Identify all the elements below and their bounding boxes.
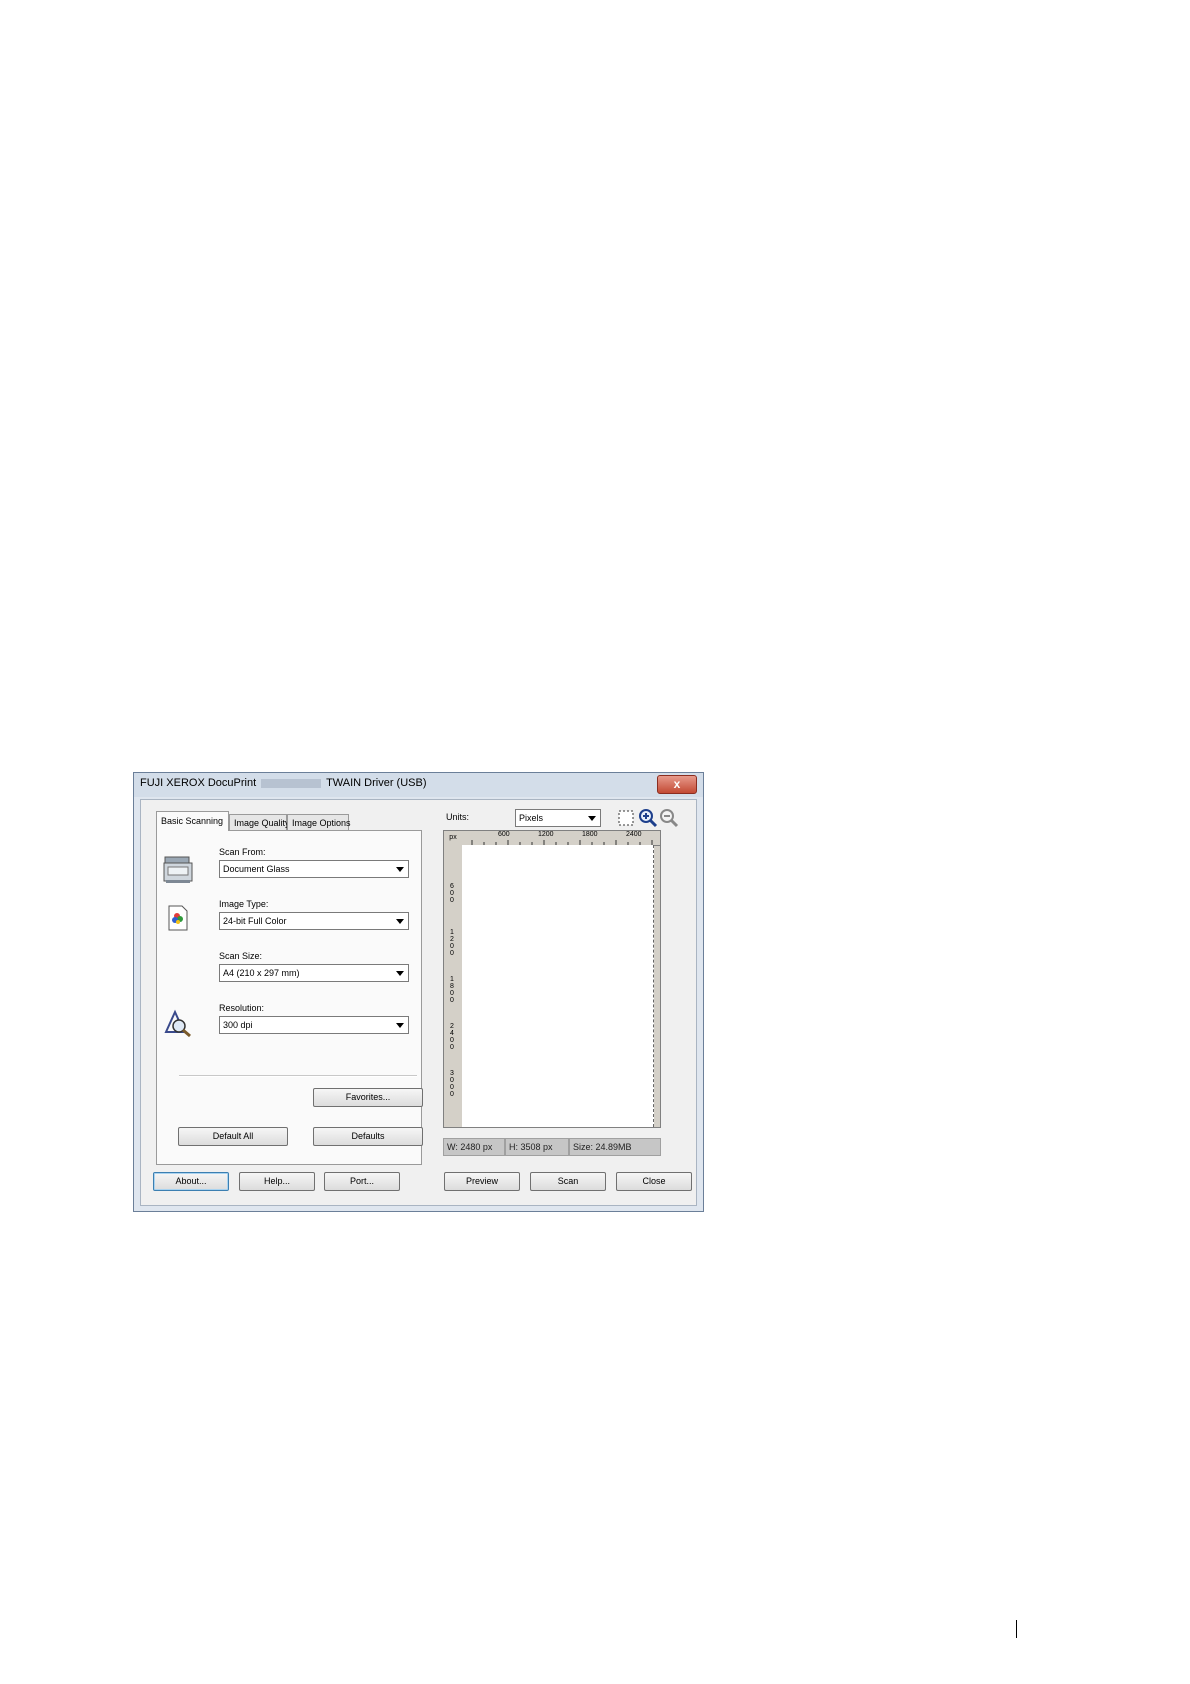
- basic-scanning-panel: Scan From: Document Glass Image Type: 24…: [156, 830, 423, 1165]
- dialog-client-area: Basic Scanning Image Quality Image Optio…: [140, 799, 697, 1206]
- preview-page: [462, 845, 654, 1127]
- chevron-down-icon: [588, 816, 596, 821]
- default-all-button[interactable]: Default All: [178, 1127, 288, 1146]
- tab-basic-scanning[interactable]: Basic Scanning: [156, 811, 229, 831]
- port-button[interactable]: Port...: [324, 1172, 400, 1191]
- scan-from-value: Document Glass: [223, 864, 290, 874]
- title-prefix: FUJI XEROX DocuPrint: [140, 777, 257, 789]
- scan-from-select[interactable]: Document Glass: [219, 860, 409, 878]
- chevron-down-icon: [396, 1023, 404, 1028]
- scan-size-label: Scan Size:: [219, 951, 263, 961]
- ruler-top-label: 600: [498, 831, 510, 838]
- chevron-down-icon: [396, 867, 404, 872]
- size-readout: Size: 24.89MB: [569, 1138, 661, 1156]
- scan-button[interactable]: Scan: [530, 1172, 606, 1191]
- resolution-magnifier-icon: [163, 1008, 193, 1043]
- units-select[interactable]: Pixels: [515, 809, 601, 827]
- width-readout: W: 2480 px: [443, 1138, 505, 1156]
- color-document-icon: [167, 904, 189, 937]
- about-button[interactable]: About...: [153, 1172, 229, 1191]
- tab-image-quality[interactable]: Image Quality: [229, 814, 290, 830]
- tab-image-options[interactable]: Image Options: [287, 814, 351, 830]
- image-type-label: Image Type:: [219, 899, 269, 909]
- scanner-icon: [163, 853, 193, 890]
- page-footer-rule: [1016, 1620, 1017, 1638]
- resolution-select[interactable]: 300 dpi: [219, 1016, 409, 1034]
- window-close-button[interactable]: x: [657, 775, 697, 794]
- zoom-out-icon[interactable]: [659, 808, 679, 833]
- chevron-down-icon: [396, 919, 404, 924]
- ruler-top-label: 1800: [582, 831, 598, 838]
- preview-button[interactable]: Preview: [444, 1172, 520, 1191]
- twain-driver-dialog: FUJI XEROX DocuPrint TWAIN Driver (USB) …: [133, 772, 704, 1212]
- ruler-top-label: 1200: [538, 831, 554, 838]
- ruler-left-label: 600: [450, 883, 454, 904]
- chevron-down-icon: [396, 971, 404, 976]
- resolution-value: 300 dpi: [223, 1020, 253, 1030]
- defaults-button[interactable]: Defaults: [313, 1127, 423, 1146]
- redacted-model-name: [261, 778, 322, 788]
- title-suffix: TWAIN Driver (USB): [326, 777, 427, 789]
- units-value: Pixels: [519, 813, 544, 823]
- image-type-select[interactable]: 24-bit Full Color: [219, 912, 409, 930]
- help-button[interactable]: Help...: [239, 1172, 315, 1191]
- ruler-top-label: 2400: [626, 831, 642, 838]
- marquee-select-icon[interactable]: [617, 809, 635, 832]
- units-label: Units:: [446, 812, 470, 822]
- scan-from-label: Scan From:: [219, 847, 266, 857]
- scan-size-value: A4 (210 x 297 mm): [223, 968, 300, 978]
- resolution-label: Resolution:: [219, 1003, 265, 1013]
- title-bar: FUJI XEROX DocuPrint TWAIN Driver (USB) …: [134, 773, 703, 797]
- vertical-ruler: 600 1200 1800 2400 3000: [444, 845, 463, 1127]
- horizontal-ruler: 600 1200 1800 2400: [462, 831, 660, 846]
- ruler-unit: px: [444, 831, 462, 845]
- ruler-left-label: 2400: [450, 1023, 454, 1051]
- window-title: FUJI XEROX DocuPrint TWAIN Driver (USB): [140, 777, 426, 789]
- scan-size-select[interactable]: A4 (210 x 297 mm): [219, 964, 409, 982]
- panel-divider: [179, 1075, 417, 1077]
- ruler-left-label: 1200: [450, 929, 454, 957]
- favorites-button[interactable]: Favorites...: [313, 1088, 423, 1107]
- close-button[interactable]: Close: [616, 1172, 692, 1191]
- scan-preview-area[interactable]: px 600 1200 1800 2400 600 1200 1800 2400…: [443, 830, 661, 1128]
- ruler-left-label: 3000: [450, 1070, 454, 1098]
- height-readout: H: 3508 px: [505, 1138, 569, 1156]
- image-type-value: 24-bit Full Color: [223, 916, 287, 926]
- ruler-left-label: 1800: [450, 976, 454, 1004]
